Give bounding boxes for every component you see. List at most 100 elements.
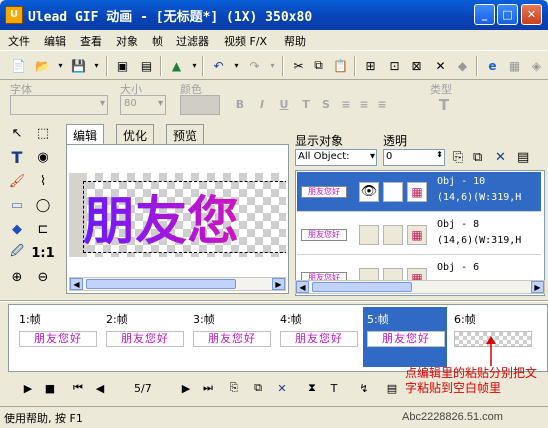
tab-preview[interactable]: 预览 bbox=[166, 124, 205, 144]
new-file-icon[interactable]: 📄 bbox=[10, 57, 27, 74]
object-hscrollbar[interactable]: ◀ ▶ bbox=[295, 280, 545, 294]
frame-item[interactable]: 1:帧 朋友您好 bbox=[15, 307, 99, 367]
lock-toggle[interactable] bbox=[383, 225, 403, 245]
visibility-toggle[interactable] bbox=[359, 225, 379, 245]
align-left-icon[interactable]: ≡ bbox=[338, 97, 354, 113]
underline-icon[interactable]: U bbox=[276, 97, 292, 113]
object-row[interactable]: 朋友您好 ▦ Obj - 8 (14,6)(W:319,H bbox=[297, 215, 541, 255]
scroll-thumb[interactable] bbox=[312, 282, 412, 292]
copy-icon[interactable]: ⧉ bbox=[310, 57, 327, 74]
redo-icon[interactable]: ↷ bbox=[246, 57, 263, 74]
canvas-hscrollbar[interactable]: ◀ ▶ bbox=[69, 277, 286, 291]
minimize-button[interactable]: _ bbox=[474, 4, 495, 25]
canvas-workspace[interactable]: 朋友您 bbox=[69, 173, 286, 257]
delete-object-icon[interactable]: ✕ bbox=[495, 150, 506, 165]
show-objects-select[interactable]: All Object: ▾ bbox=[295, 149, 377, 166]
menu-file[interactable]: 文件 bbox=[8, 33, 30, 49]
add-frame-icon[interactable]: ⎘ bbox=[226, 380, 242, 396]
next-frame-icon[interactable]: ▶ bbox=[178, 380, 194, 396]
object-row[interactable]: 朋友您好 👁 ▦ Obj - 10 (14,6)(W:319,H bbox=[297, 172, 541, 212]
menu-video-fx[interactable]: 视频 F/X bbox=[224, 33, 267, 49]
play-icon[interactable]: ▶ bbox=[20, 380, 36, 396]
menu-object[interactable]: 对象 bbox=[116, 33, 138, 49]
font-select[interactable]: ▾ bbox=[10, 95, 108, 115]
menu-view[interactable]: 查看 bbox=[80, 33, 102, 49]
export-icon[interactable]: ▤ bbox=[138, 57, 155, 74]
frame-item[interactable]: 4:帧 朋友您好 bbox=[276, 307, 360, 367]
pattern-icon[interactable]: ▦ bbox=[506, 57, 523, 74]
browser-icon[interactable]: e bbox=[484, 57, 501, 74]
menu-filter[interactable]: 过滤器 bbox=[176, 33, 209, 49]
eyedropper-icon[interactable]: 🖉 bbox=[6, 242, 28, 264]
paint-bucket-icon[interactable]: ◆ bbox=[6, 218, 28, 240]
menu-help[interactable]: 帮助 bbox=[284, 33, 306, 49]
chevron-down-icon[interactable]: ▾ bbox=[186, 57, 203, 74]
text-shadow-icon[interactable]: S bbox=[318, 97, 334, 113]
actual-size-icon[interactable]: 1:1 bbox=[31, 242, 54, 264]
resize-icon[interactable]: ⊡ bbox=[386, 57, 403, 74]
new-object-icon[interactable]: ⎘ bbox=[453, 150, 463, 165]
tab-optimize[interactable]: 优化 bbox=[116, 124, 155, 144]
pointer-icon[interactable]: ↖ bbox=[6, 122, 28, 144]
tools-icon[interactable]: ✕ bbox=[432, 57, 449, 74]
text-style-icon[interactable]: T bbox=[298, 97, 314, 113]
opacity-input[interactable]: 0 ⬍ bbox=[383, 149, 445, 166]
import-icon[interactable]: ▣ bbox=[114, 57, 131, 74]
frame-properties-icon[interactable]: ▤ bbox=[384, 380, 400, 396]
frame-item-selected[interactable]: 5:帧 朋友您好 bbox=[363, 307, 447, 367]
undo-icon[interactable]: ↶ bbox=[210, 57, 227, 74]
bold-icon[interactable]: B bbox=[232, 97, 248, 113]
duplicate-frame-icon[interactable]: ⧉ bbox=[250, 380, 266, 396]
size-select[interactable]: 80 ▾ bbox=[120, 95, 166, 115]
settings-icon[interactable]: ◈ bbox=[528, 57, 545, 74]
chevron-down-icon[interactable]: ▾ bbox=[264, 57, 281, 74]
scroll-right-icon[interactable]: ▶ bbox=[272, 278, 285, 290]
frame-item[interactable]: 2:帧 朋友您好 bbox=[102, 307, 186, 367]
tween-icon[interactable]: ⧗ bbox=[304, 380, 320, 396]
italic-icon[interactable]: I bbox=[254, 97, 270, 113]
crop-tool-icon[interactable]: ⊏ bbox=[32, 218, 54, 240]
previous-frame-icon[interactable]: ◀ bbox=[92, 380, 108, 396]
delete-frame-icon[interactable]: ✕ bbox=[274, 380, 290, 396]
stop-icon[interactable]: ■ bbox=[42, 380, 58, 396]
text-type-icon[interactable]: T bbox=[436, 97, 452, 113]
zoom-out-icon[interactable]: ⊖ bbox=[32, 266, 54, 288]
eye-icon[interactable]: 👁 bbox=[359, 182, 379, 202]
close-button[interactable]: ✕ bbox=[521, 4, 542, 25]
transform-icon[interactable]: ⊠ bbox=[408, 57, 425, 74]
ellipse-icon[interactable]: ◯ bbox=[32, 194, 54, 216]
align-right-icon[interactable]: ≡ bbox=[374, 97, 390, 113]
scroll-left-icon[interactable]: ◀ bbox=[296, 281, 309, 293]
first-frame-icon[interactable]: ⏮ bbox=[70, 380, 86, 396]
spinner-icon[interactable]: ⬍ bbox=[436, 150, 443, 159]
shape-icon[interactable]: ◆ bbox=[454, 57, 471, 74]
scroll-right-icon[interactable]: ▶ bbox=[531, 281, 544, 293]
paintbrush-icon[interactable]: 🖌 bbox=[6, 170, 28, 192]
reverse-icon[interactable]: ↯ bbox=[356, 380, 372, 396]
color-swatch[interactable] bbox=[180, 95, 220, 115]
maximize-button[interactable]: □ bbox=[497, 4, 518, 25]
transform-tool-icon[interactable]: ◉ bbox=[32, 146, 54, 168]
frame-item[interactable]: 3:帧 朋友您好 bbox=[189, 307, 273, 367]
menu-frame[interactable]: 帧 bbox=[152, 33, 163, 49]
lasso-icon[interactable]: ⌇ bbox=[32, 170, 54, 192]
chevron-down-icon[interactable]: ▾ bbox=[88, 57, 105, 74]
marquee-icon[interactable]: ⬚ bbox=[32, 122, 54, 144]
last-frame-icon[interactable]: ⏭ bbox=[200, 380, 216, 396]
chevron-down-icon[interactable]: ▾ bbox=[228, 57, 245, 74]
open-folder-icon[interactable]: 📂 bbox=[34, 57, 51, 74]
save-icon[interactable]: 💾 bbox=[70, 57, 87, 74]
duplicate-object-icon[interactable]: ⧉ bbox=[473, 150, 482, 165]
chevron-down-icon[interactable]: ▾ bbox=[52, 57, 69, 74]
cut-icon[interactable]: ✂ bbox=[290, 57, 307, 74]
menu-edit[interactable]: 编辑 bbox=[44, 33, 66, 49]
align-center-icon[interactable]: ≡ bbox=[356, 97, 372, 113]
paste-icon[interactable]: 📋 bbox=[332, 57, 349, 74]
image-icon[interactable]: ▲ bbox=[168, 57, 185, 74]
tab-edit[interactable]: 编辑 bbox=[66, 124, 105, 144]
zoom-in-icon[interactable]: ⊕ bbox=[6, 266, 28, 288]
lock-toggle[interactable] bbox=[383, 182, 403, 202]
eraser-icon[interactable]: ▭ bbox=[6, 194, 28, 216]
scroll-thumb[interactable] bbox=[86, 279, 236, 289]
crop-icon[interactable]: ⊞ bbox=[362, 57, 379, 74]
